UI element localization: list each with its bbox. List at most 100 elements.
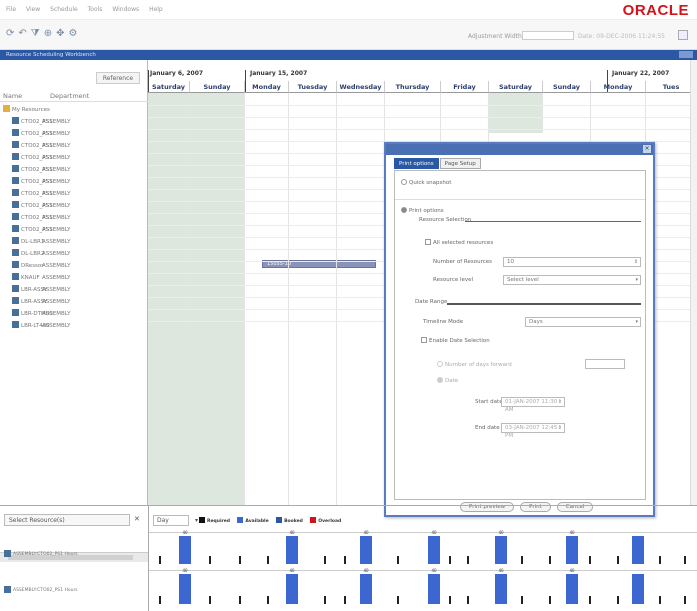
department-column[interactable]: Department (50, 92, 89, 100)
chevron-down-icon[interactable]: ▾ (195, 516, 198, 525)
tree-item[interactable]: LBR-DTM00 ASSEMBLY (0, 308, 148, 320)
filter-icon[interactable]: ⧩ (31, 28, 44, 39)
swatch-icon (237, 517, 244, 523)
tree-item[interactable]: CTO02_PS1 ASSEMBLY (0, 152, 148, 164)
tree-item[interactable]: DL-LBR2 ASSEMBLY (0, 248, 148, 260)
tree-item-name: My Resources (12, 107, 50, 113)
tree-item-department: ASSEMBLY (42, 275, 71, 281)
histogram-unit-select[interactable]: Day ▾ (153, 515, 198, 526)
menu-windows[interactable]: Windows (112, 6, 139, 13)
reference-button[interactable]: Reference (96, 72, 140, 84)
tree-item-department: ASSEMBLY (42, 263, 71, 269)
tree-item-name: DL-LBR1 (21, 239, 45, 245)
section-divider (465, 221, 641, 222)
checkbox-icon[interactable] (425, 239, 431, 245)
chevron-down-icon[interactable]: ▾ (635, 276, 638, 284)
days-forward-option[interactable]: Number of days forward (437, 361, 512, 368)
timeline-mode-select[interactable]: Days ▾ (525, 317, 641, 327)
tree-item[interactable]: LBR-LT400 ASSEMBLY (0, 320, 148, 332)
num-resources-label: Number of Resources (433, 259, 492, 265)
tree-item[interactable]: LBR-ASSY ASSEMBLY (0, 296, 148, 308)
close-icon[interactable]: × (643, 145, 651, 153)
tree-item[interactable]: CTO02_PS1 ASSEMBLY (0, 128, 148, 140)
histogram-bar-label: 40 (182, 568, 188, 573)
days-forward-input[interactable] (585, 359, 625, 369)
menu-tools[interactable]: Tools (88, 6, 103, 13)
chevron-down-icon[interactable]: ▾ (635, 318, 638, 326)
radio-selected-icon[interactable] (401, 207, 407, 213)
all-selected-option[interactable]: All selected resources (425, 239, 493, 246)
zoom-icon[interactable]: ⊕ (44, 28, 56, 39)
resource-icon (12, 285, 19, 292)
close-icon[interactable]: ✕ (134, 515, 140, 523)
enable-date-option[interactable]: Enable Date Selection (421, 337, 490, 344)
histogram-legend: Required Available Booked Overload (199, 517, 347, 524)
settings-icon[interactable]: ⚙ (68, 28, 81, 39)
tree-item[interactable]: CTO02_PS1 ASSEMBLY (0, 224, 148, 236)
radio-icon[interactable] (437, 361, 443, 367)
menu-schedule[interactable]: Schedule (50, 6, 78, 13)
tab-print-options[interactable]: Print options (394, 158, 439, 169)
tree-item[interactable]: CTO02_PS1 ASSEMBLY (0, 176, 148, 188)
tree-item-department: ASSEMBLY (42, 143, 71, 149)
print-options-option[interactable]: Print options (401, 207, 444, 214)
quick-snapshot-option[interactable]: Quick snapshot (401, 179, 451, 186)
histogram-required-mark (617, 556, 619, 564)
histogram-required-mark (521, 556, 523, 564)
tree-item[interactable]: CTO02_PS1 ASSEMBLY (0, 116, 148, 128)
tree-item-department: ASSEMBLY (42, 179, 71, 185)
histogram-bar-label: 40 (363, 568, 369, 573)
grid-row-line (148, 129, 697, 130)
enable-date-label: Enable Date Selection (429, 338, 490, 344)
tree-item[interactable]: CTO02_PS1 ASSEMBLY (0, 188, 148, 200)
tree-item[interactable]: CTO02_PS1 ASSEMBLY (0, 200, 148, 212)
histogram-bar (179, 574, 191, 604)
undo-icon[interactable]: ↶ (18, 28, 30, 39)
spinner-icon[interactable]: ⇕ (558, 424, 562, 432)
menu-view[interactable]: View (26, 6, 40, 13)
tree-item[interactable]: My Resources (0, 104, 148, 116)
date-option[interactable]: Date (437, 377, 458, 384)
grid-vertical-scrollbar[interactable] (690, 60, 697, 505)
resource-level-select[interactable]: Select level ▾ (503, 275, 641, 285)
num-resources-input[interactable]: 10 ⇕ (503, 257, 641, 267)
start-date-input[interactable]: 01-JAN-2007 11:30 AM ⇕ (501, 397, 565, 413)
resource-icon (12, 309, 19, 316)
radio-selected-icon[interactable] (437, 377, 443, 383)
refresh-icon[interactable]: ⟳ (6, 28, 18, 39)
histogram-required-mark (467, 596, 469, 604)
menu-file[interactable]: File (6, 6, 16, 13)
dialog-tabs: Print options Page Setup (394, 158, 482, 169)
calendar-icon[interactable] (678, 30, 688, 40)
legend-available: Available (237, 517, 269, 524)
histogram-required-mark (344, 556, 346, 564)
tree-item[interactable]: DL-LBR1 ASSEMBLY (0, 236, 148, 248)
tree-item[interactable]: CTO02_PS1 ASSEMBLY (0, 212, 148, 224)
adjustment-input[interactable] (522, 31, 574, 40)
select-resource-field[interactable]: Select Resource(s) (4, 514, 130, 526)
tree-item[interactable]: CTO02_PS1 ASSEMBLY (0, 164, 148, 176)
checkbox-icon[interactable] (421, 337, 427, 343)
tree-item[interactable]: LBR-ASSY ASSEMBLY (0, 284, 148, 296)
radio-icon[interactable] (401, 179, 407, 185)
name-column[interactable]: Name (3, 92, 22, 100)
tree-item[interactable]: CTO02_PS1 ASSEMBLY (0, 140, 148, 152)
day-column (337, 93, 385, 505)
histogram-required-mark (324, 596, 326, 604)
resource-icon (12, 153, 19, 160)
tab-page-setup[interactable]: Page Setup (439, 158, 481, 169)
end-date-input[interactable]: 03-JAN-2007 12:45 PM ⇕ (501, 423, 565, 439)
spinner-icon[interactable]: ⇕ (634, 258, 638, 266)
resource-tree-pane: Reference Name Department My Resources CT… (0, 60, 148, 562)
window-controls[interactable] (679, 51, 693, 58)
day-header: Tuesday (289, 81, 337, 93)
day-header: Sunday (190, 81, 245, 93)
spinner-icon[interactable]: ⇕ (558, 398, 562, 406)
divider (395, 199, 645, 200)
tree-item[interactable]: KNAUF ASSEMBLY (0, 272, 148, 284)
menu-help[interactable]: Help (149, 6, 163, 13)
pan-icon[interactable]: ✥ (56, 28, 68, 39)
histogram-required-mark (549, 596, 551, 604)
week-divider (148, 70, 149, 92)
tree-item[interactable]: DRessor ASSEMBLY (0, 260, 148, 272)
